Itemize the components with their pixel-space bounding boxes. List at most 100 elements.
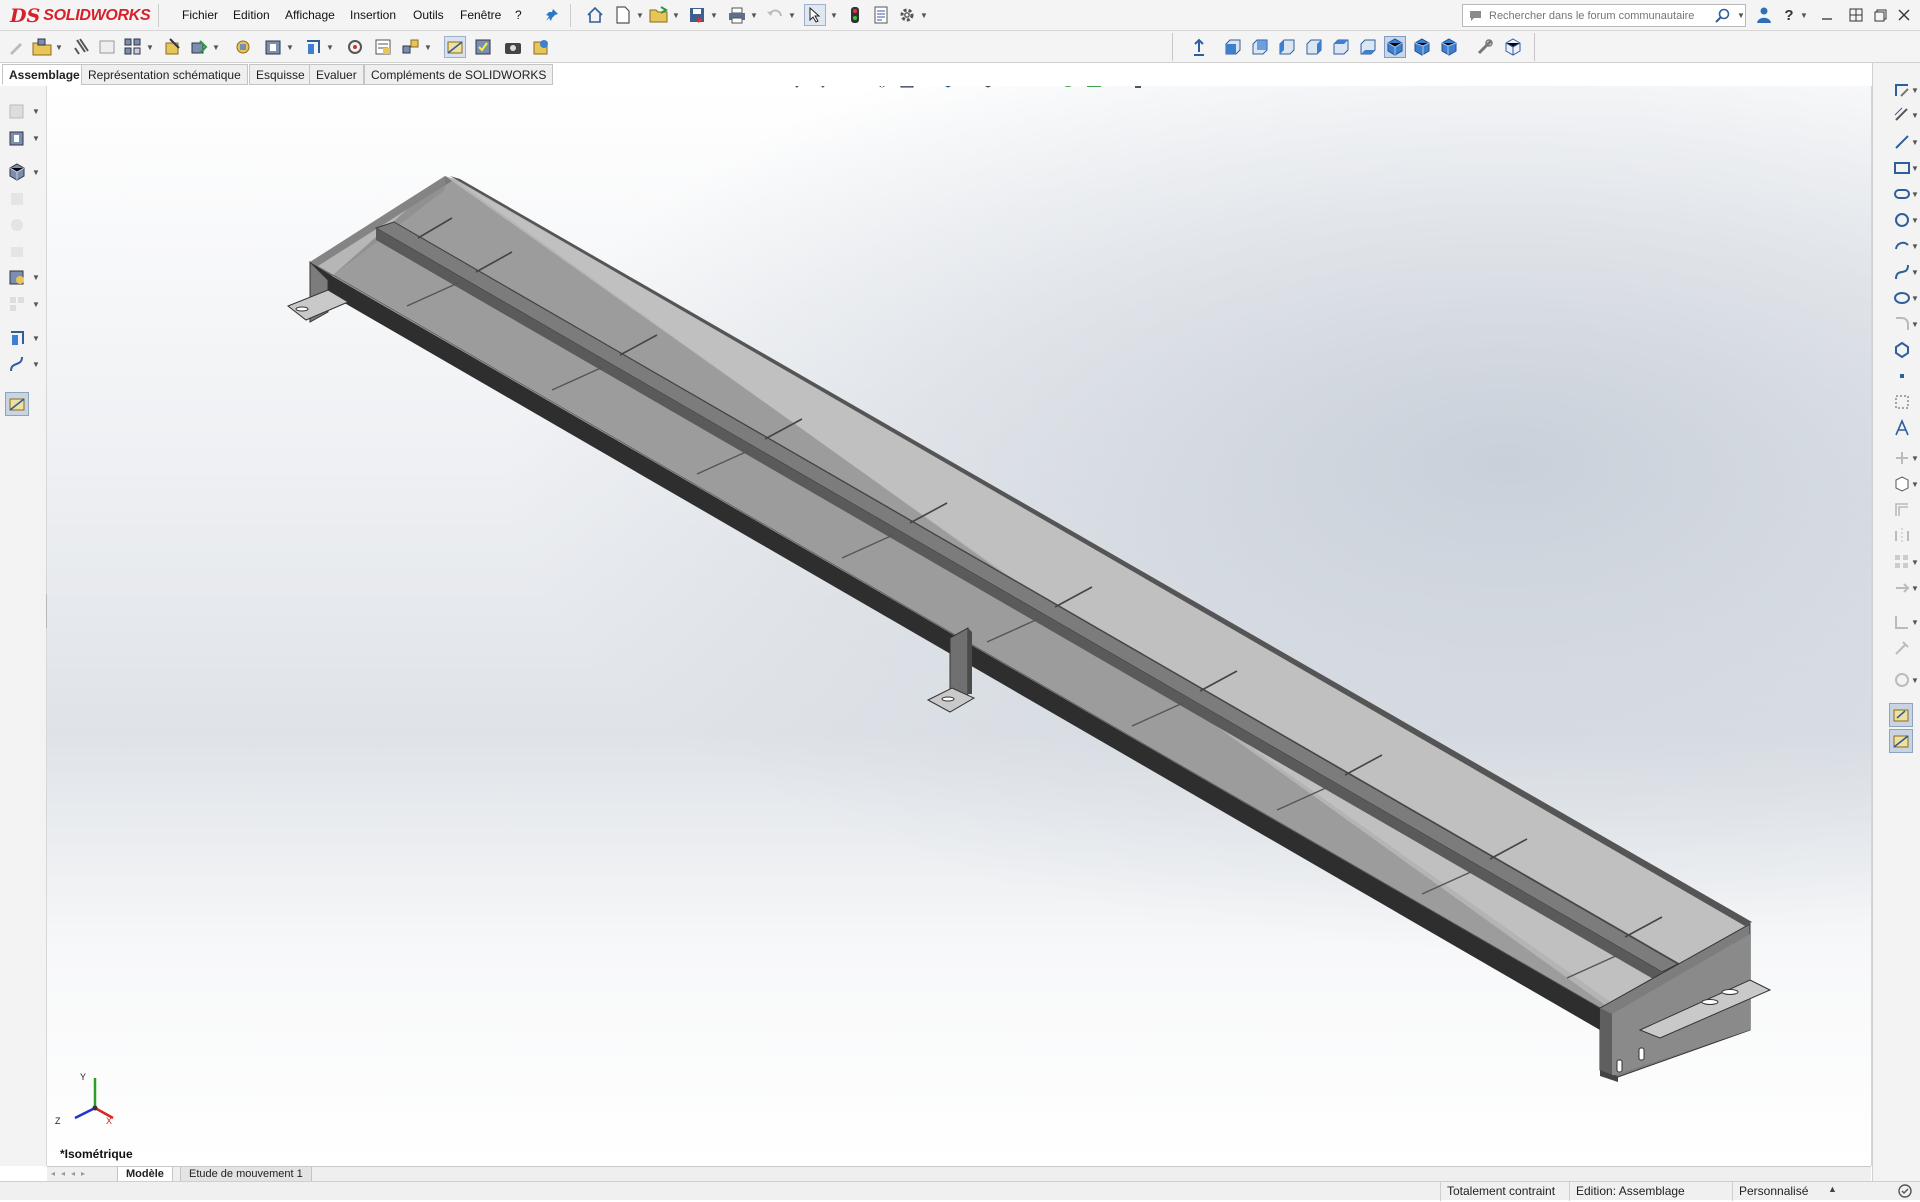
faded-tool-icon[interactable] <box>6 188 28 210</box>
chevron-down-icon[interactable]: ▼ <box>1911 611 1919 633</box>
trimetric-view-icon[interactable] <box>1411 36 1433 58</box>
new-document-icon[interactable] <box>612 4 634 26</box>
instant2d-icon[interactable] <box>1889 729 1913 753</box>
open-folder-icon[interactable] <box>648 4 670 26</box>
large-assembly-mode-icon[interactable] <box>530 36 552 58</box>
chevron-down-icon[interactable]: ▼ <box>1911 473 1919 495</box>
line-icon[interactable] <box>1891 131 1913 153</box>
chevron-down-icon[interactable]: ▼ <box>1911 104 1919 126</box>
menu-fichier[interactable]: Fichier <box>176 0 224 31</box>
mirror-entities-icon[interactable] <box>1891 525 1913 547</box>
reference-plane-icon[interactable] <box>6 327 28 349</box>
menu-insertion[interactable]: Insertion <box>344 0 402 31</box>
right-view-icon[interactable] <box>1303 36 1325 58</box>
chevron-down-icon[interactable]: ▼ <box>1911 261 1919 283</box>
chevron-down-icon[interactable]: ▼ <box>1911 235 1919 257</box>
chevron-down-icon[interactable]: ▼ <box>32 266 40 288</box>
construction-geometry-icon[interactable] <box>1891 391 1913 413</box>
bottom-view-icon[interactable] <box>1357 36 1379 58</box>
chevron-down-icon[interactable]: ▼ <box>1911 313 1919 335</box>
options-gear-icon[interactable] <box>896 4 918 26</box>
menu-outils[interactable]: Outils <box>407 0 450 31</box>
file-properties-icon[interactable] <box>870 4 892 26</box>
slot-icon[interactable] <box>1891 183 1913 205</box>
chevron-down-icon[interactable]: ▼ <box>1911 669 1919 691</box>
move-component-icon[interactable] <box>188 36 210 58</box>
take-snapshot-icon[interactable] <box>502 36 524 58</box>
pattern-driven-icon[interactable] <box>6 266 28 288</box>
insert-component-icon[interactable] <box>31 36 53 58</box>
doc-minimize-icon[interactable] <box>1787 86 1809 90</box>
chevron-down-icon[interactable]: ▼ <box>212 36 220 58</box>
chevron-down-icon[interactable]: ▼ <box>1911 79 1919 101</box>
chevron-down-icon[interactable]: ▼ <box>1911 209 1919 231</box>
user-account-icon[interactable] <box>1753 4 1775 26</box>
show-hidden-components-icon[interactable] <box>232 36 254 58</box>
linear-pattern-icon[interactable] <box>122 36 144 58</box>
chevron-down-icon[interactable]: ▼ <box>1911 157 1919 179</box>
tab-assemblage[interactable]: Assemblage <box>2 64 87 85</box>
repair-sketch-icon[interactable] <box>1891 637 1913 659</box>
rebuild-status-icon[interactable] <box>1894 1180 1916 1202</box>
doc-restore-icon[interactable] <box>1811 86 1833 90</box>
save-icon[interactable] <box>686 4 708 26</box>
assembly-features-icon[interactable] <box>262 36 284 58</box>
chevron-up-icon[interactable]: ▲ <box>1828 1184 1837 1194</box>
tab-scroll-arrows-icon[interactable]: ◂◂◂▸ <box>51 1169 91 1178</box>
chevron-down-icon[interactable]: ▼ <box>32 293 40 315</box>
tile-windows-icon[interactable] <box>1845 4 1867 26</box>
tab-representation-schematique[interactable]: Représentation schématique <box>81 64 248 85</box>
community-search[interactable]: ▼ <box>1462 4 1746 27</box>
chevron-down-icon[interactable]: ▼ <box>1911 577 1919 599</box>
search-icon[interactable] <box>1715 8 1731 24</box>
chevron-down-icon[interactable]: ▼ <box>32 100 40 122</box>
faded-tool-icon[interactable] <box>6 240 28 262</box>
cube-view-icon[interactable] <box>6 161 28 183</box>
instant3d-toggle-icon[interactable] <box>5 392 29 416</box>
pin-icon[interactable] <box>541 4 563 26</box>
chevron-down-icon[interactable]: ▼ <box>146 36 154 58</box>
faded-tool-icon[interactable] <box>6 214 28 236</box>
select-arrow-icon[interactable] <box>804 4 826 26</box>
chevron-down-icon[interactable]: ▼ <box>1911 287 1919 309</box>
top-view-icon[interactable] <box>1330 36 1352 58</box>
link-views-icon[interactable] <box>1474 36 1496 58</box>
component-preview-icon[interactable] <box>96 36 118 58</box>
isometric-view-icon[interactable] <box>1384 36 1406 58</box>
tab-esquisse[interactable]: Esquisse <box>249 64 312 85</box>
bill-of-materials-icon[interactable] <box>372 36 394 58</box>
chevron-down-icon[interactable]: ▼ <box>55 36 63 58</box>
chevron-down-icon[interactable]: ▼ <box>32 127 40 149</box>
convert-entities-icon[interactable] <box>1891 473 1913 495</box>
trim-icon[interactable] <box>1891 447 1913 469</box>
doc-close-icon[interactable] <box>1835 86 1857 90</box>
move-entities-icon[interactable] <box>1891 577 1913 599</box>
fillet-icon[interactable] <box>1891 313 1913 335</box>
dimetric-view-icon[interactable] <box>1438 36 1460 58</box>
tab-etude-de-mouvement[interactable]: Etude de mouvement 1 <box>180 1167 312 1182</box>
offset-entities-icon[interactable] <box>1891 499 1913 521</box>
chevron-down-icon[interactable]: ▼ <box>830 4 838 26</box>
chevron-down-icon[interactable]: ▼ <box>1737 11 1745 20</box>
chevron-down-icon[interactable]: ▼ <box>920 4 928 26</box>
status-units[interactable]: Personnalisé <box>1732 1182 1842 1201</box>
curve-icon[interactable] <box>6 353 28 375</box>
menu-affichage[interactable]: Affichage <box>279 0 341 31</box>
chevron-down-icon[interactable]: ▼ <box>32 327 40 349</box>
chevron-down-icon[interactable]: ▼ <box>1911 131 1919 153</box>
chevron-down-icon[interactable]: ▼ <box>286 36 294 58</box>
smart-dimension-icon[interactable] <box>1891 104 1913 126</box>
undo-icon[interactable] <box>764 4 786 26</box>
update-speedpak-icon[interactable] <box>472 36 494 58</box>
close-icon[interactable] <box>1893 4 1915 26</box>
polygon-icon[interactable] <box>1891 339 1913 361</box>
text-icon[interactable] <box>1891 417 1913 439</box>
linear-sketch-pattern-icon[interactable] <box>1891 551 1913 573</box>
chevron-down-icon[interactable]: ▼ <box>326 36 334 58</box>
menu-help[interactable]: ? <box>509 0 528 31</box>
rapid-sketch-icon[interactable] <box>1889 703 1913 727</box>
panel-collapse-right-icon[interactable] <box>1763 86 1785 90</box>
quick-snaps-icon[interactable] <box>1891 669 1913 691</box>
tab-modele[interactable]: Modèle <box>117 1167 173 1182</box>
view-selector-icon[interactable] <box>1502 36 1524 58</box>
